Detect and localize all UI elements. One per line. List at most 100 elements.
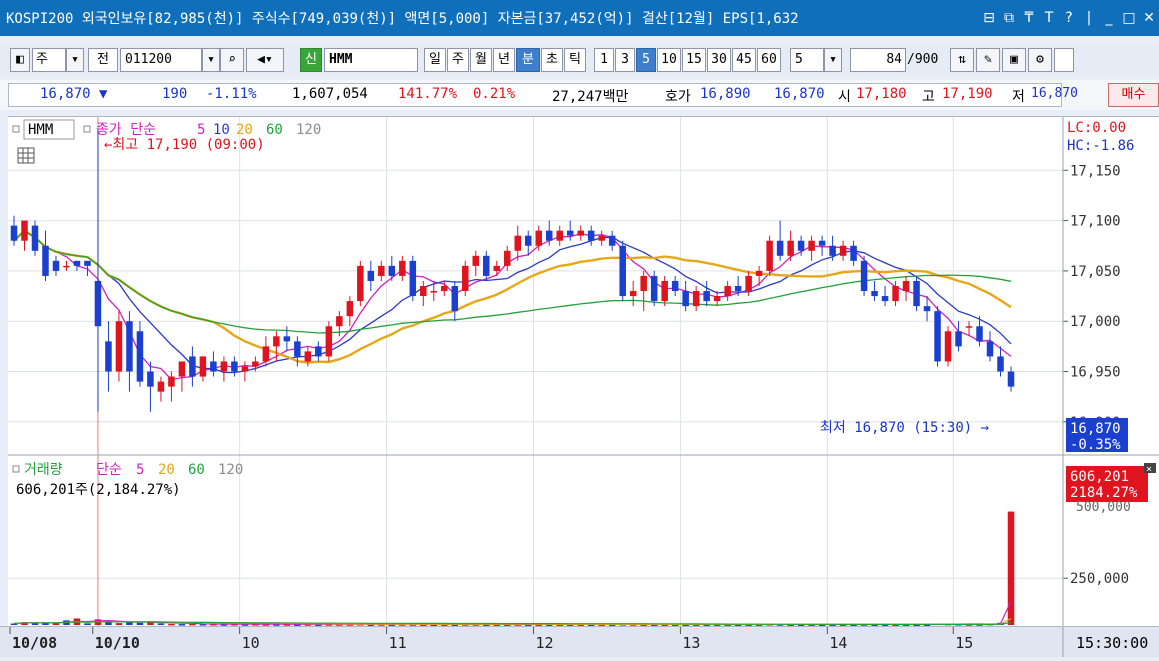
period-second[interactable]: 초 <box>541 48 563 72</box>
candle-body <box>892 286 899 302</box>
interval-dropdown-icon[interactable]: ▾ <box>824 48 842 72</box>
interval-60[interactable]: 60 <box>757 48 781 72</box>
ma-line-10 <box>13 229 1012 374</box>
bid-price-2: 16,870 <box>774 86 825 102</box>
code-dropdown-icon[interactable]: ▾ <box>202 48 220 72</box>
volume-marker-percent: 2184.27% <box>1070 485 1138 501</box>
window-copy-icon[interactable]: ⧉ <box>999 10 1019 26</box>
candle-body <box>283 336 291 342</box>
candle-body <box>944 331 952 362</box>
candle <box>650 270 658 307</box>
candle <box>839 240 847 261</box>
candle <box>556 225 563 246</box>
font-icon[interactable]: T <box>1039 10 1059 26</box>
close-icon[interactable]: ✕ <box>1139 10 1159 26</box>
indicator-icon[interactable]: ✎ <box>976 48 1000 72</box>
candle-body <box>441 286 448 292</box>
separator: | <box>1086 10 1092 26</box>
candle-body <box>997 356 1004 372</box>
interval-30[interactable]: 30 <box>707 48 731 72</box>
time-axis-clock: 15:30:00 <box>1076 634 1148 652</box>
pin-icon[interactable]: ₸ <box>1019 10 1039 26</box>
volume-legend-toggle-icon[interactable] <box>12 465 20 473</box>
volume-bar <box>84 623 91 625</box>
candle-body <box>902 280 910 292</box>
chart-menu-icon[interactable]: ◧ <box>10 48 30 72</box>
candle-body <box>976 326 983 342</box>
candle <box>241 361 249 382</box>
candle <box>136 321 144 387</box>
candle <box>776 220 784 261</box>
candle-body <box>745 275 752 292</box>
candle-body <box>273 336 280 347</box>
legend-ma-toggle-icon[interactable] <box>83 125 91 133</box>
candle-body <box>839 245 847 256</box>
interval-15[interactable]: 15 <box>682 48 706 72</box>
stock-info-title: KOSPI200 외국인보유[82,985(천)] 주식수[749,039(천)… <box>6 11 799 27</box>
stock-name-field[interactable]: HMM <box>324 48 418 72</box>
candle <box>483 250 490 281</box>
candle <box>703 280 710 307</box>
data-count-input[interactable]: 84 <box>850 48 906 72</box>
candle <box>220 356 228 382</box>
interval-45[interactable]: 45 <box>732 48 756 72</box>
legend-toggle-icon[interactable] <box>12 125 20 133</box>
period-minute[interactable]: 분 <box>516 48 540 72</box>
candle <box>640 270 647 312</box>
candle-body <box>325 326 333 357</box>
candle-body <box>640 275 647 292</box>
layout-icon[interactable]: ⊟ <box>979 10 999 26</box>
maximize-icon[interactable]: □ <box>1119 10 1139 26</box>
candle <box>357 260 364 307</box>
candle <box>629 280 637 307</box>
candle-body <box>724 286 731 297</box>
candle-body <box>598 235 605 241</box>
interval-5[interactable]: 5 <box>636 48 656 72</box>
candle-body <box>692 291 700 307</box>
period-day[interactable]: 일 <box>424 48 446 72</box>
candle <box>147 361 154 412</box>
scope-button[interactable]: 전 <box>88 48 118 72</box>
sound-icon[interactable]: ◀▾ <box>246 48 284 72</box>
candle <box>315 341 322 362</box>
candle-body <box>734 286 742 292</box>
low-price: 16,870 <box>1031 86 1078 101</box>
period-month[interactable]: 월 <box>470 48 492 72</box>
interval-10[interactable]: 10 <box>657 48 681 72</box>
buy-button[interactable]: 매수 <box>1108 83 1159 107</box>
compare-chart-icon[interactable]: ⇅ <box>950 48 974 72</box>
table-view-icon[interactable] <box>17 147 35 164</box>
candle-body <box>860 260 868 292</box>
market-select[interactable]: 주 <box>32 48 66 72</box>
quote-strip: 16,870 ▼ 190 -1.11% 1,607,054 141.77% 0.… <box>0 80 1159 110</box>
help-icon[interactable]: ? <box>1059 10 1079 26</box>
candle-body <box>94 280 102 327</box>
candle-body <box>913 280 920 307</box>
save-icon[interactable]: ▣ <box>1002 48 1026 72</box>
volume-legend-ma-5: 5 <box>136 462 144 478</box>
candle-body <box>462 265 469 292</box>
stock-code-input[interactable]: 011200 <box>120 48 202 72</box>
period-tick[interactable]: 틱 <box>564 48 586 72</box>
interval-1[interactable]: 1 <box>594 48 614 72</box>
time-tick-label: 10/10 <box>95 634 140 652</box>
option-checkbox[interactable] <box>1054 48 1074 72</box>
interval-3[interactable]: 3 <box>615 48 635 72</box>
open-label: 시 <box>838 89 851 105</box>
volume-bar <box>126 622 133 625</box>
candle <box>913 275 920 312</box>
legend-ma-5: 5 <box>197 122 205 138</box>
volume-partial-tick: 500,000 <box>1076 500 1131 515</box>
minimize-icon[interactable]: _ <box>1099 10 1119 26</box>
current-price-marker-value: 16,870 <box>1070 421 1121 437</box>
candle-body <box>577 230 584 236</box>
candle-body <box>524 235 532 246</box>
period-year[interactable]: 년 <box>493 48 515 72</box>
search-icon[interactable]: ⌕ <box>220 48 244 72</box>
period-week[interactable]: 주 <box>447 48 469 72</box>
gear-icon[interactable]: ⚙ <box>1028 48 1052 72</box>
candle-body <box>535 230 542 246</box>
chart-svg[interactable]: 17,15017,10017,05017,00016,95016,900250,… <box>8 117 1159 627</box>
interval-input[interactable]: 5 <box>790 48 824 72</box>
market-dropdown-icon[interactable]: ▾ <box>66 48 84 72</box>
